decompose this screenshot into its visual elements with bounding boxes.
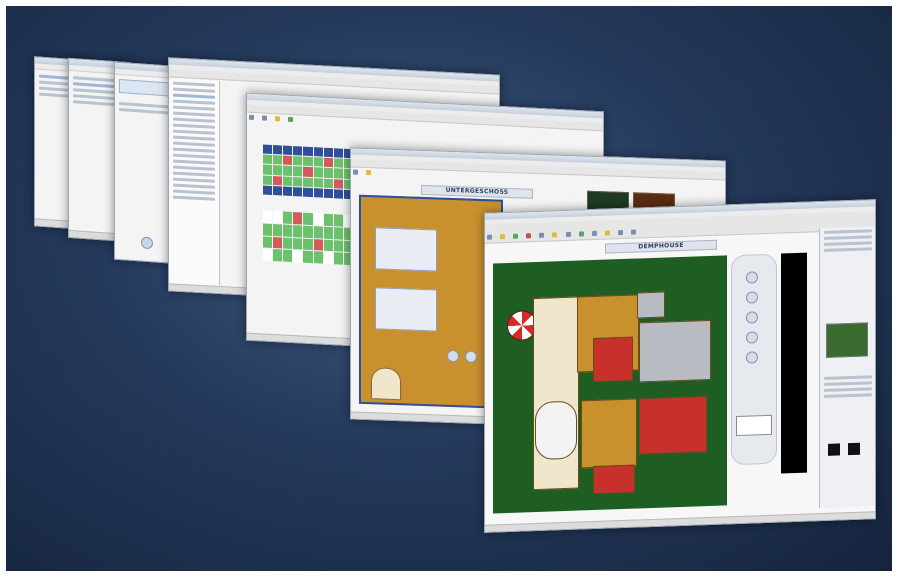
property-row[interactable]: [824, 229, 872, 234]
property-row[interactable]: [824, 247, 872, 252]
device-icon[interactable]: [746, 331, 758, 344]
room-terrace[interactable]: [533, 296, 579, 491]
arch-element: [371, 367, 401, 401]
device-icon[interactable]: [447, 349, 459, 363]
tree-panel[interactable]: [169, 78, 220, 288]
toolbar-button-icon[interactable]: [366, 169, 372, 176]
toolbar-button-icon[interactable]: [591, 230, 597, 237]
properties-panel[interactable]: [819, 226, 876, 509]
room-panel[interactable]: [375, 227, 437, 272]
property-row[interactable]: [824, 393, 872, 398]
tree-item[interactable]: [173, 135, 215, 141]
toolbar-button-icon[interactable]: [275, 116, 281, 122]
room-corridor[interactable]: [639, 319, 711, 383]
tree-item[interactable]: [173, 183, 215, 189]
tree-item[interactable]: [173, 87, 215, 93]
toolbar-button-icon[interactable]: [631, 229, 637, 235]
property-row[interactable]: [824, 375, 872, 380]
property-list[interactable]: [820, 372, 876, 401]
device-icon[interactable]: [828, 443, 840, 456]
tree-item[interactable]: [173, 177, 215, 183]
tree-item[interactable]: [173, 105, 215, 111]
room-living[interactable]: [581, 398, 637, 469]
toolbar-button-icon[interactable]: [526, 233, 532, 239]
toolbar-button-icon[interactable]: [487, 234, 492, 240]
device-icon[interactable]: [746, 291, 758, 304]
toolbar-button-icon[interactable]: [249, 114, 254, 121]
room-lounge[interactable]: [639, 396, 707, 455]
blind-panel: [781, 252, 807, 474]
device-icon[interactable]: [848, 442, 860, 456]
status-grid-lower[interactable]: [263, 210, 353, 266]
room-dining[interactable]: [535, 400, 577, 461]
window-cascade: UNTERGESCHOSS DEMPHOUSE: [6, 6, 892, 571]
toolbar-button-icon[interactable]: [288, 116, 294, 123]
room-kitchen[interactable]: [593, 336, 633, 383]
device-icon[interactable]: [746, 351, 758, 364]
toolbar-button-icon[interactable]: [539, 232, 545, 238]
tree-item[interactable]: [173, 141, 215, 147]
tree-item[interactable]: [173, 159, 215, 165]
toolbar-button-icon[interactable]: [500, 234, 506, 240]
desktop-background: UNTERGESCHOSS DEMPHOUSE: [6, 6, 892, 571]
floor-area[interactable]: [359, 194, 503, 409]
status-bar: [485, 511, 875, 532]
room-bedroom[interactable]: [593, 464, 635, 495]
tree-item[interactable]: [173, 93, 215, 99]
tree-item[interactable]: [173, 99, 215, 105]
thumbnail-icon[interactable]: [826, 322, 868, 358]
property-row[interactable]: [824, 241, 872, 246]
device-icon: [141, 236, 153, 250]
tree-item[interactable]: [173, 189, 215, 195]
toolbar-button-icon[interactable]: [262, 115, 268, 121]
toolbar-button-icon[interactable]: [353, 169, 358, 175]
toolbar-button-icon[interactable]: [552, 232, 558, 238]
device-column[interactable]: [731, 253, 777, 466]
tree-item[interactable]: [173, 111, 215, 117]
tree-item[interactable]: [173, 195, 215, 201]
tree-item[interactable]: [173, 81, 215, 87]
room-storage[interactable]: [637, 291, 665, 319]
tree-item[interactable]: [173, 153, 215, 159]
plan-label: DEMPHOUSE: [605, 239, 717, 254]
tree-item[interactable]: [173, 123, 215, 129]
toolbar-button-icon[interactable]: [578, 231, 584, 237]
tree-item[interactable]: [173, 165, 215, 171]
tree-item[interactable]: [173, 147, 215, 153]
device-icon[interactable]: [746, 311, 758, 324]
toolbar-button-icon[interactable]: [617, 229, 623, 236]
control-box[interactable]: [736, 414, 772, 437]
toolbar-button-icon[interactable]: [604, 230, 610, 236]
device-icon[interactable]: [746, 271, 758, 284]
window-floorplan-editor[interactable]: DEMPHOUSE: [484, 199, 876, 533]
toolbar-button-icon[interactable]: [565, 231, 571, 237]
property-row[interactable]: [824, 235, 872, 240]
tree-item[interactable]: [173, 129, 215, 135]
tree-item[interactable]: [173, 117, 215, 123]
device-icon[interactable]: [465, 350, 477, 363]
floorplan-canvas[interactable]: [493, 255, 727, 514]
property-row[interactable]: [824, 381, 872, 386]
room-panel[interactable]: [375, 287, 437, 332]
property-row[interactable]: [824, 387, 872, 392]
tree-item[interactable]: [173, 171, 215, 177]
status-grid-upper[interactable]: [263, 144, 353, 200]
toolbar-button-icon[interactable]: [513, 233, 519, 239]
